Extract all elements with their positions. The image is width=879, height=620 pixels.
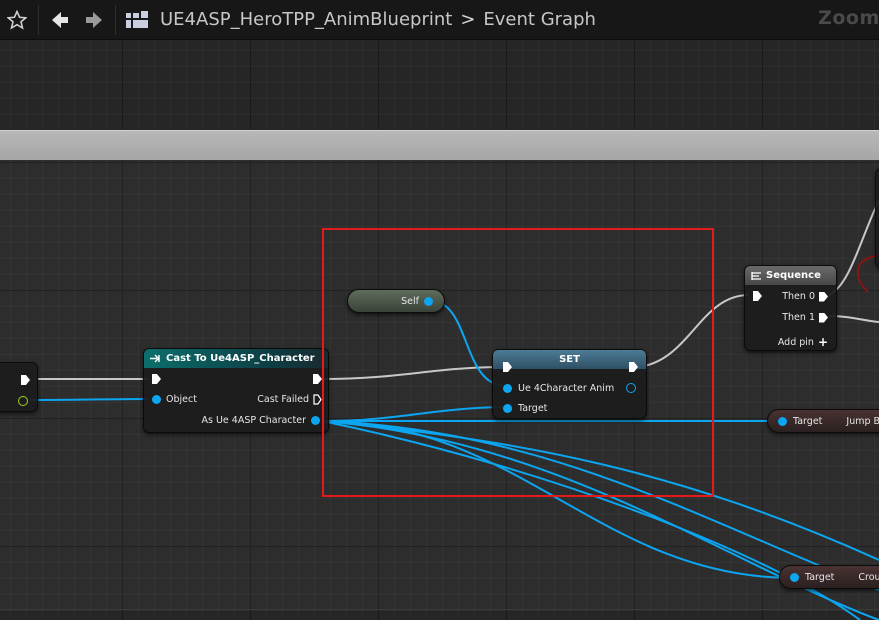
jump-node[interactable]: Target Jump Bu (767, 409, 879, 433)
cast-failed-pin[interactable] (313, 394, 322, 405)
selection-highlight (322, 228, 714, 497)
exec-in-pin[interactable] (152, 374, 161, 384)
then1-label: Then 1 (782, 312, 815, 323)
jump-label: Jump Bu (846, 416, 879, 427)
target-pin[interactable] (790, 573, 799, 582)
star-outline-icon (7, 9, 27, 30)
left-partial-node[interactable] (0, 362, 38, 412)
breadcrumb-asset-link[interactable]: UE4ASP_HeroTPP_AnimBlueprint (160, 9, 452, 30)
node-title: Cast To Ue4ASP_Character (166, 353, 315, 364)
cast-failed-label: Cast Failed (257, 394, 309, 405)
arrow-left-icon (52, 11, 68, 28)
chevron-right-icon: > (460, 9, 476, 30)
comment-box-header[interactable] (0, 130, 879, 160)
object-pin[interactable] (152, 395, 161, 404)
cast-icon (150, 354, 160, 363)
zoom-level: Zoom -2 (818, 7, 879, 29)
breadcrumb: UE4ASP_HeroTPP_AnimBlueprint > Event Gra… (126, 9, 596, 30)
arrow-right-icon (86, 11, 102, 28)
as-character-label: As Ue 4ASP Character (201, 415, 306, 426)
add-pin-label: Add pin (777, 337, 814, 348)
forward-button[interactable] (77, 0, 111, 40)
target-label: Target (793, 416, 823, 427)
then1-pin[interactable] (819, 312, 828, 323)
crouch-label: Crouc (858, 572, 879, 583)
sequence-icon (751, 271, 761, 280)
as-character-pin[interactable] (311, 416, 320, 425)
toolbar-divider (115, 4, 116, 35)
editor-toolbar: UE4ASP_HeroTPP_AnimBlueprint > Event Gra… (0, 0, 879, 40)
right-partial-node[interactable] (875, 168, 879, 268)
exec-out-pin[interactable] (21, 375, 30, 385)
cast-to-character-node[interactable]: Cast To Ue4ASP_Character Object Cast Fai… (143, 348, 329, 433)
exec-out-pin[interactable] (313, 374, 322, 384)
blueprint-editor: UE4ASP_HeroTPP_AnimBlueprint > Event Gra… (0, 0, 879, 620)
target-pin[interactable] (778, 417, 787, 426)
bool-out-pin[interactable] (18, 396, 28, 406)
plus-icon[interactable]: + (818, 336, 828, 348)
exec-in-pin[interactable] (753, 291, 762, 301)
sequence-node[interactable]: Sequence Then 0 Then 1 Add pin + (744, 265, 837, 351)
then0-label: Then 0 (782, 291, 815, 302)
bookmark-button[interactable] (0, 0, 34, 40)
target-label: Target (805, 572, 835, 583)
breadcrumb-graph-link[interactable]: Event Graph (483, 9, 596, 30)
crouch-node[interactable]: Target Crouc (779, 565, 879, 589)
object-pin-label: Object (166, 394, 197, 405)
toolbar-divider (38, 4, 39, 35)
node-title: Sequence (766, 270, 821, 281)
then0-pin[interactable] (819, 291, 828, 302)
back-button[interactable] (43, 0, 77, 40)
blueprint-grid-icon (126, 10, 148, 28)
